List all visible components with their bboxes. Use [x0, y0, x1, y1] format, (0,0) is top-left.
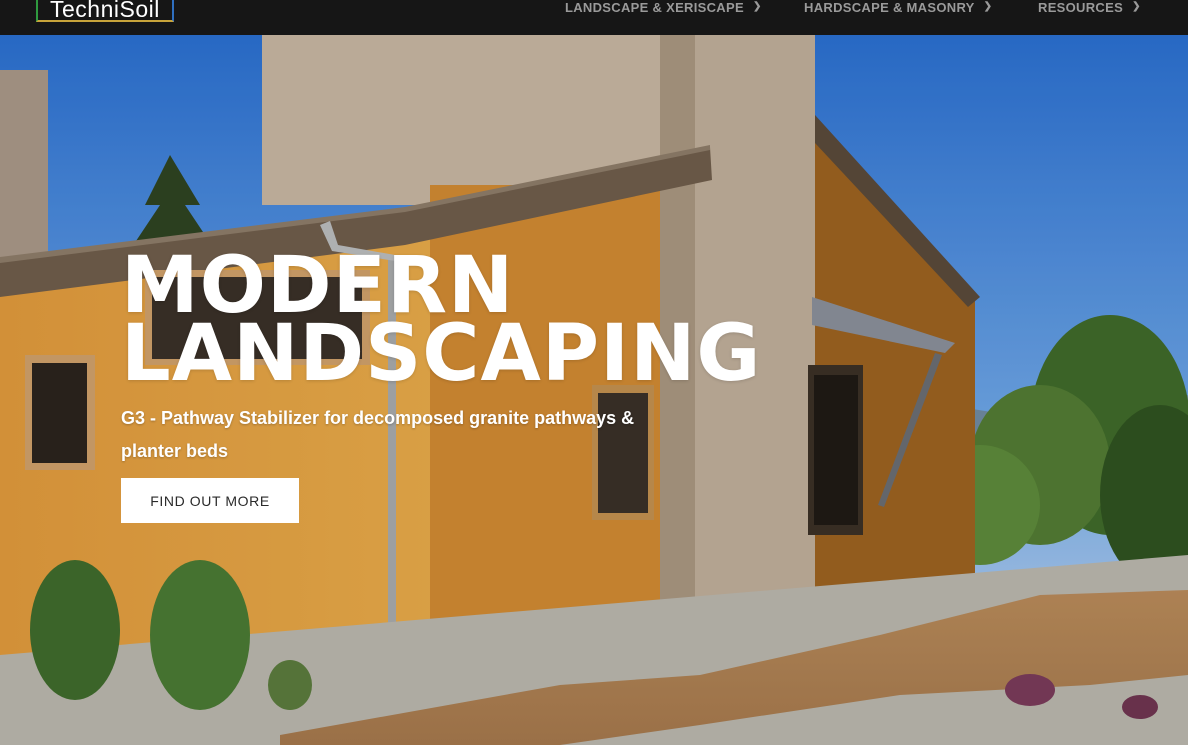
nav-item-resources[interactable]: RESOURCES ❯ [1038, 0, 1141, 15]
site-header: TechniSoil LANDSCAPE & XERISCAPE ❯ HARDS… [0, 0, 1188, 35]
chevron-down-icon: ❯ [983, 0, 993, 12]
hero-subtitle: G3 - Pathway Stabilizer for decomposed g… [121, 408, 635, 461]
chevron-down-icon: ❯ [1132, 0, 1141, 12]
chevron-down-icon: ❯ [752, 0, 762, 12]
find-out-more-button[interactable]: FIND OUT MORE [121, 478, 299, 523]
nav-item-label: RESOURCES [1038, 0, 1124, 15]
nav-item-hardscape-masonry[interactable]: HARDSCAPE & MASONRY ❯ [804, 0, 993, 15]
hero-headline: MODERN LANDSCAPING [121, 247, 762, 399]
nav-item-landscape-xeriscape[interactable]: LANDSCAPE & XERISCAPE ❯ [565, 0, 762, 15]
hero-headline-line-2: LANDSCAPING [121, 309, 762, 399]
technisoil-logo[interactable]: TechniSoil [36, 0, 174, 22]
nav-item-label: HARDSCAPE & MASONRY [804, 0, 975, 15]
logo-text: TechniSoil [50, 0, 160, 22]
nav-item-label: LANDSCAPE & XERISCAPE [565, 0, 744, 15]
